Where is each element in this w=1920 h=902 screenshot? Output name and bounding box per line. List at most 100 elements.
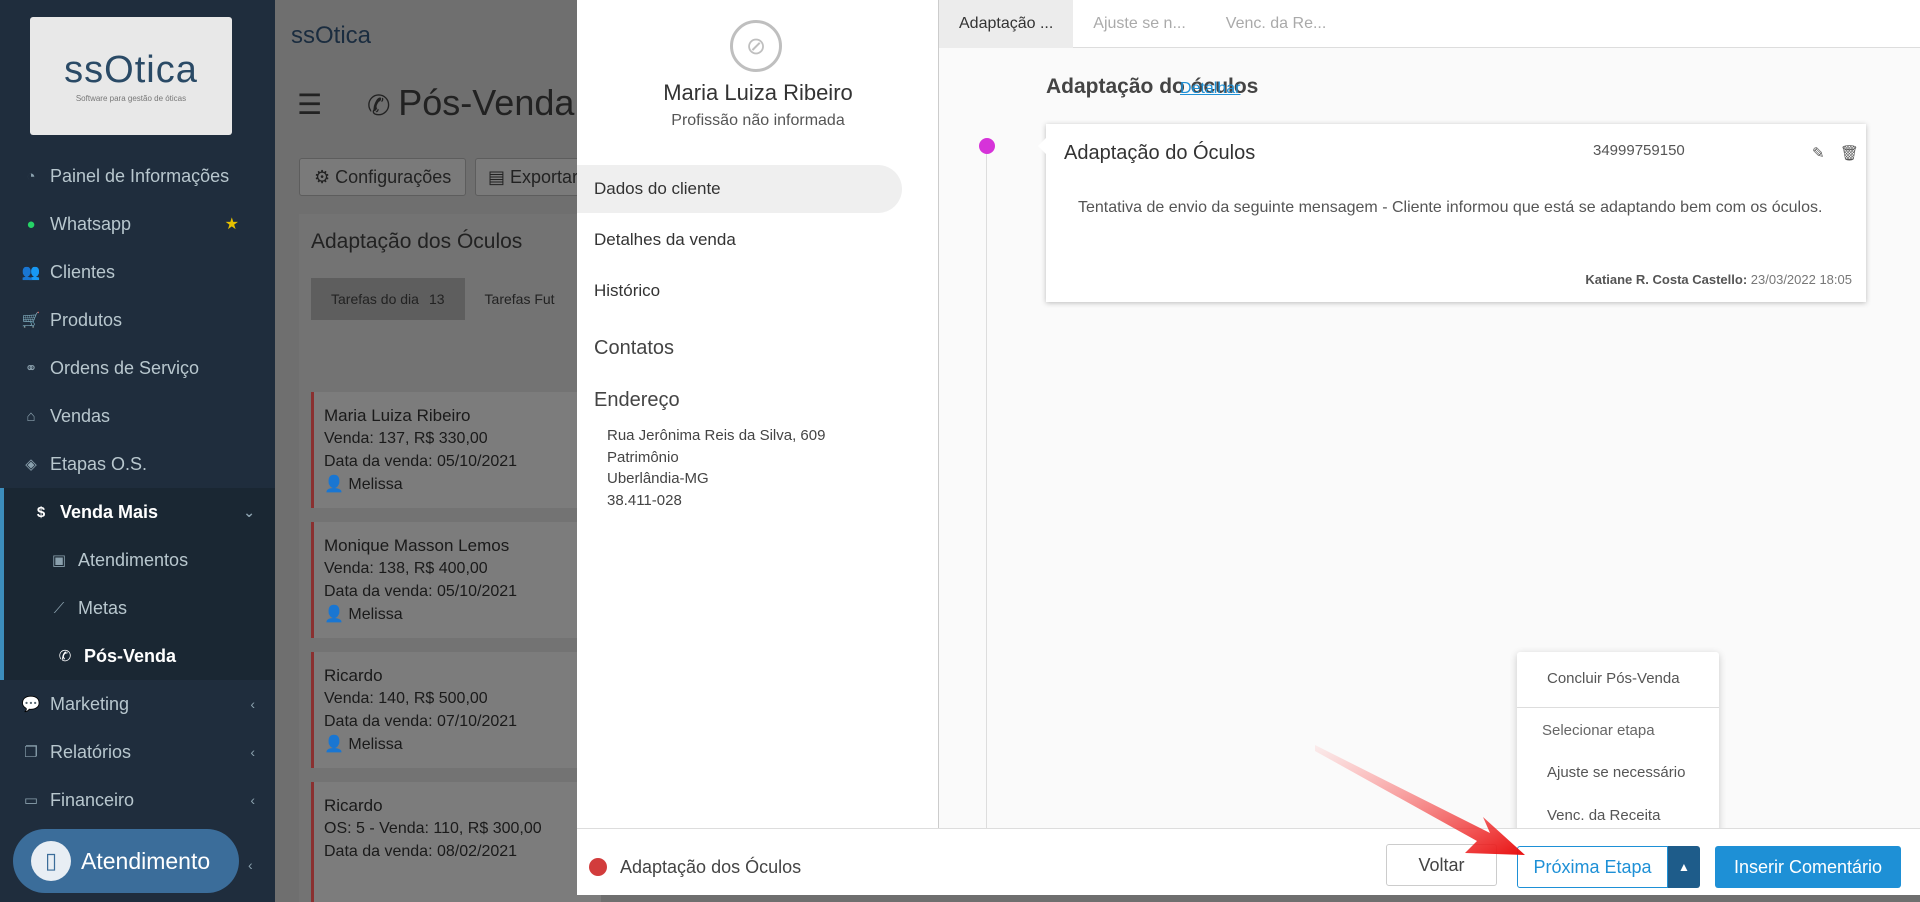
comment-text: Tentativa de envio da seguinte mensagem … [1078,199,1823,216]
client-name: Maria Luiza Ribeiro [663,80,853,105]
sidebar-item-label: Whatsapp [50,213,132,234]
current-stage-label: Adaptação dos Óculos [620,857,802,877]
sidebar-item-painel[interactable]: ◔ Painel de Informações [0,152,275,200]
comment-datetime: 23/03/2022 18:05 [1750,272,1852,287]
card-line: Data da venda: 05/10/2021 [324,453,518,470]
client-nav: Dados do cliente Detalhes da venda Histó… [577,165,902,318]
task-card[interactable]: Ricardo OS: 5 - Venda: 110, R$ 300,00 Da… [311,782,601,902]
card-line: Data da venda: 05/10/2021 [324,583,518,600]
detail-link[interactable]: Detalhar [1180,80,1240,98]
stage-tabs: Adaptação ... Ajuste se n... Venc. da Re… [939,0,1920,48]
star-icon[interactable]: ★ [225,214,239,234]
menu-item-concluir[interactable]: Concluir Pós-Venda [1517,670,1719,687]
brand-logo[interactable]: ssOtica Software para gestão de óticas [30,17,232,135]
sidebar-item-venda-mais[interactable]: $ Venda Mais ⌄ [0,488,275,536]
card-line: Data da venda: 07/10/2021 [324,713,518,730]
whatsapp-icon: ● [26,215,36,233]
dollar-icon: $ [36,503,46,521]
pencil-icon[interactable]: ✎ [1812,144,1825,162]
chevron-left-icon: ‹ [250,696,255,712]
user-icon: 👤 [324,736,349,753]
gear-icon: ⚙ [314,166,336,187]
client-profession: Profissão não informada [671,112,845,129]
card-user: 👤 Melissa [324,736,403,753]
sidebar-item-relatorios[interactable]: ❐ Relatórios ‹ [0,728,275,776]
tasks-panel: Adaptação dos Óculos Tarefas do dia 13 Ta… [299,214,601,902]
chart-icon: ⟋ [53,599,65,617]
stage-pane: Adaptação ... Ajuste se n... Venc. da Re… [939,0,1920,828]
task-card[interactable]: Maria Luiza Ribeiro Venda: 137, R$ 330,0… [311,392,601,508]
logo-subtitle: Software para gestão de óticas [75,94,187,103]
cart-icon: 🛒 [21,312,41,329]
sidebar-item-label: Metas [78,597,128,618]
address-heading: Endereço [594,389,680,411]
sidebar-item-label: Clientes [50,261,116,282]
address-line: Patrimônio [607,448,679,466]
task-card[interactable]: Monique Masson Lemos Venda: 138, R$ 400,… [311,522,601,638]
card-name: Ricardo [324,666,383,685]
sidebar-item-pos-venda[interactable]: ✆ Pós-Venda [0,632,275,680]
sidebar-item-atendimentos[interactable]: ▣ Atendimentos [0,536,275,584]
card-name: Ricardo [324,796,383,815]
sidebar-item-financeiro[interactable]: ▭ Financeiro ‹ [0,776,275,824]
menu-divider [1517,707,1719,708]
nav-dados-cliente[interactable]: Dados do cliente [577,165,902,213]
sidebar-item-label: Vendas [50,405,111,426]
tab-future[interactable]: Tarefas Fut [465,278,575,320]
modal-footer: Adaptação dos Óculos Voltar Próxima Etap… [577,828,1920,895]
task-card[interactable]: Ricardo Venda: 140, R$ 500,00 Data da ve… [311,652,601,768]
sidebar-item-ordens[interactable]: ⚭ Ordens de Serviço [0,344,275,392]
copy-icon: ❐ [24,744,38,761]
users-icon: 👥 [21,264,41,281]
sidebar-item-produtos[interactable]: 🛒 Produtos [0,296,275,344]
back-button[interactable]: Voltar [1386,844,1497,886]
sidebar-item-marketing[interactable]: 💬 Marketing ‹ [0,680,275,728]
clipboard-icon: ▣ [51,552,67,569]
file-icon: ▤ [488,166,511,187]
logo-text: ssOtica [64,49,198,91]
user-icon: 👤 [324,606,349,623]
sidebar-item-clientes[interactable]: 👥 Clientes [0,248,275,296]
sidebar-item-label: Pós-Venda [84,645,177,666]
sidebar-item-vendas[interactable]: ⌂ Vendas [0,392,275,440]
sidebar-item-etapas[interactable]: ◈ Etapas O.S. [0,440,275,488]
caret-up-icon[interactable]: ▲ [1668,846,1700,888]
chevron-left-icon: ‹ [250,792,255,808]
trash-icon[interactable]: 🗑 [1840,144,1859,162]
card-line: Venda: 138, R$ 400,00 [324,560,488,577]
card-line: Data da venda: 08/02/2021 [324,843,518,860]
nav-detalhes-venda[interactable]: Detalhes da venda [577,216,902,264]
sidebar-nav: ◔ Painel de Informações ● Whatsapp ★ 👥 C… [0,152,275,824]
config-button[interactable]: ⚙ Configurações [299,158,467,196]
address-line: Uberlândia-MG [607,470,709,487]
tab-stage-venc[interactable]: Venc. da Re... [1206,0,1347,48]
hamburger-menu-icon[interactable]: ☰ [297,88,322,121]
next-stage-button[interactable]: Próxima Etapa [1517,846,1668,888]
sidebar-item-metas[interactable]: ⟋ Metas [0,584,275,632]
top-brand: ssOtica [291,22,372,49]
menu-item-ajuste[interactable]: Ajuste se necessário [1517,764,1719,781]
comment-author: Katiane R. Costa Castello: [1585,272,1748,287]
tasks-tabs: Tarefas do dia 13 Tarefas Fut [311,278,575,320]
page-title: ✆ Pós-Venda [367,82,575,123]
tab-stage-adaptacao[interactable]: Adaptação ... [939,0,1074,48]
contacts-heading: Contatos [594,337,675,359]
sidebar-item-label: Painel de Informações [50,165,230,186]
nav-historico[interactable]: Histórico [577,267,902,315]
chevron-down-icon: ⌄ [243,503,255,520]
insert-comment-button[interactable]: Inserir Comentário [1715,846,1901,888]
tags-icon: ◈ [25,456,37,473]
atendimento-chat-button[interactable]: ▯ Atendimento [13,829,239,893]
address-line: Rua Jerônima Reis da Silva, 609 [607,427,826,444]
timeline-line [986,145,987,828]
comment-footer: Katiane R. Costa Castello: 23/03/2022 18… [1585,272,1852,287]
user-icon: 👤 [324,476,349,493]
tab-today[interactable]: Tarefas do dia 13 [311,278,465,320]
chat-icon: ▯ [31,841,71,881]
menu-item-venc-receita[interactable]: Venc. da Receita [1517,807,1719,824]
phone-icon: ✆ [367,90,399,121]
no-photo-icon[interactable]: ⊘ [730,20,782,72]
tab-stage-ajuste[interactable]: Ajuste se n... [1073,0,1206,48]
sidebar-item-whatsapp[interactable]: ● Whatsapp ★ [0,200,275,248]
atendimento-label: Atendimento [81,847,211,874]
